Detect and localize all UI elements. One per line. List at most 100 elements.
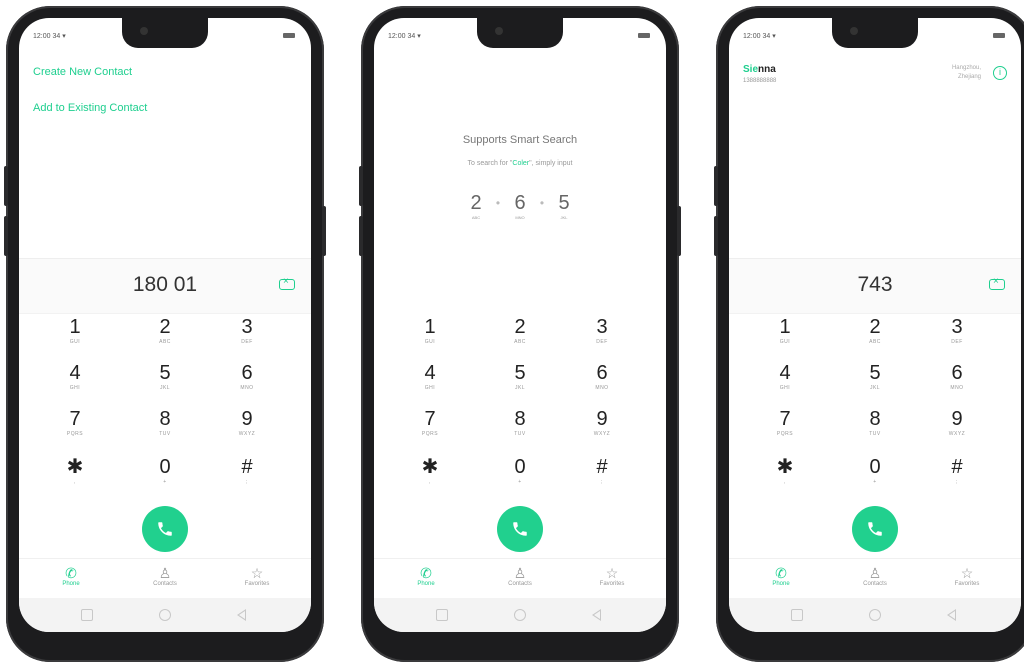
smart-search-title: Supports Smart Search xyxy=(462,134,578,146)
key-digit: ✱ xyxy=(776,456,794,478)
key-5[interactable]: 5 JKL xyxy=(490,362,550,406)
back-icon[interactable] xyxy=(592,609,601,621)
call-button[interactable] xyxy=(497,506,543,552)
tab-bar: ✆ Phone ♙ Contacts ☆ Favorites xyxy=(374,558,666,599)
tab-contacts[interactable]: ♙ Contacts xyxy=(835,565,915,587)
key-hash[interactable]: #; xyxy=(927,456,987,500)
key-9[interactable]: 9 WXYZ xyxy=(572,408,632,452)
key-5[interactable]: 5 JKL xyxy=(845,362,905,406)
backspace-icon[interactable] xyxy=(279,276,295,290)
key-5[interactable]: 5 JKL xyxy=(135,362,195,406)
key-0[interactable]: 0 + xyxy=(845,456,905,500)
volume-button xyxy=(714,216,718,256)
key-8[interactable]: 8 TUV xyxy=(490,408,550,452)
key-hash[interactable]: #; xyxy=(572,456,632,500)
key-digit: ✱ xyxy=(421,456,439,478)
key-digit: # xyxy=(241,456,253,478)
key-9[interactable]: 9 WXYZ xyxy=(217,408,277,452)
key-9[interactable]: 9 WXYZ xyxy=(927,408,987,452)
star-icon: ☆ xyxy=(605,565,619,581)
key-0[interactable]: 0 + xyxy=(135,456,195,500)
sequence-digit: 5 xyxy=(558,192,570,214)
key-digit: 0 xyxy=(514,456,526,478)
tab-contacts[interactable]: ♙ Contacts xyxy=(125,565,205,587)
back-icon[interactable] xyxy=(237,609,246,621)
create-new-contact-link[interactable]: Create New Contact xyxy=(33,66,132,78)
screen-1: 12:00 34 ▾ Create New Contact Add to Exi… xyxy=(19,18,311,632)
key-7[interactable]: 7 PQRS xyxy=(45,408,105,452)
tab-favorites[interactable]: ☆ Favorites xyxy=(217,565,297,587)
add-to-existing-contact-link[interactable]: Add to Existing Contact xyxy=(33,102,147,114)
key-star[interactable]: ✱, xyxy=(45,456,105,500)
key-1[interactable]: 1 GUI xyxy=(45,316,105,360)
key-digit: 5 xyxy=(159,362,171,384)
home-icon[interactable] xyxy=(159,609,171,621)
key-letters: GHI xyxy=(779,385,791,391)
phone-frame-3: 12:00 34 ▾ Sienna 1388888888 Hangzhou, Z… xyxy=(714,6,1024,662)
recents-icon[interactable] xyxy=(791,609,803,621)
key-digit: 8 xyxy=(159,408,171,430)
tab-label: Contacts xyxy=(153,581,177,587)
key-letters: ABC xyxy=(514,339,526,345)
separator-dot: • xyxy=(495,196,501,210)
key-4[interactable]: 4 GHI xyxy=(755,362,815,406)
key-8[interactable]: 8 TUV xyxy=(135,408,195,452)
info-icon[interactable]: i xyxy=(993,66,1007,80)
key-4[interactable]: 4 GHI xyxy=(45,362,105,406)
key-6[interactable]: 6 MNO xyxy=(217,362,277,406)
name-rest: nna xyxy=(758,64,776,75)
key-digit: 4 xyxy=(424,362,436,384)
key-digit: 7 xyxy=(779,408,791,430)
key-letters: PQRS xyxy=(421,431,439,437)
key-0[interactable]: 0 + xyxy=(490,456,550,500)
home-icon[interactable] xyxy=(869,609,881,621)
recents-icon[interactable] xyxy=(81,609,93,621)
key-hash[interactable]: #; xyxy=(217,456,277,500)
recents-icon[interactable] xyxy=(436,609,448,621)
key-3[interactable]: 3 DEF xyxy=(572,316,632,360)
phone-icon xyxy=(158,522,172,536)
key-letters: JKL xyxy=(514,385,526,391)
key-1[interactable]: 1 GUI xyxy=(400,316,460,360)
key-1[interactable]: 1 GUI xyxy=(755,316,815,360)
phone-icon xyxy=(868,522,882,536)
key-letters: GHI xyxy=(69,385,81,391)
key-3[interactable]: 3 DEF xyxy=(217,316,277,360)
tab-favorites[interactable]: ☆ Favorites xyxy=(927,565,1007,587)
call-button[interactable] xyxy=(852,506,898,552)
key-letters: , xyxy=(74,479,76,485)
hint-suffix: ", simply input xyxy=(529,160,573,167)
tab-favorites[interactable]: ☆ Favorites xyxy=(572,565,652,587)
key-star[interactable]: ✱, xyxy=(755,456,815,500)
back-icon[interactable] xyxy=(947,609,956,621)
sequence-letters: ABC xyxy=(471,215,481,220)
key-7[interactable]: 7 PQRS xyxy=(755,408,815,452)
key-8[interactable]: 8 TUV xyxy=(845,408,905,452)
key-7[interactable]: 7 PQRS xyxy=(400,408,460,452)
dialed-number-row: 743 xyxy=(729,258,1021,314)
key-2[interactable]: 2 ABC xyxy=(845,316,905,360)
home-icon[interactable] xyxy=(514,609,526,621)
key-letters: TUV xyxy=(869,431,881,437)
key-2[interactable]: 2 ABC xyxy=(490,316,550,360)
tab-phone[interactable]: ✆ Phone xyxy=(386,565,466,587)
tab-contacts[interactable]: ♙ Contacts xyxy=(480,565,560,587)
key-2[interactable]: 2 ABC xyxy=(135,316,195,360)
key-6[interactable]: 6 MNO xyxy=(927,362,987,406)
key-star[interactable]: ✱, xyxy=(400,456,460,500)
contact-name[interactable]: Sienna xyxy=(743,64,776,75)
key-3[interactable]: 3 DEF xyxy=(927,316,987,360)
notch xyxy=(122,18,208,48)
backspace-icon[interactable] xyxy=(989,276,1005,290)
key-4[interactable]: 4 GHI xyxy=(400,362,460,406)
tab-phone[interactable]: ✆ Phone xyxy=(31,565,111,587)
sequence-letters: MNO xyxy=(515,215,525,220)
key-letters: MNO xyxy=(240,385,254,391)
tab-phone[interactable]: ✆ Phone xyxy=(741,565,821,587)
star-icon: ☆ xyxy=(250,565,264,581)
call-button[interactable] xyxy=(142,506,188,552)
key-letters: GUI xyxy=(779,339,791,345)
battery-icon xyxy=(638,33,650,38)
key-6[interactable]: 6 MNO xyxy=(572,362,632,406)
smart-search-sequence: 2 ABC • 6 MNO • 5 JKL xyxy=(374,192,666,220)
